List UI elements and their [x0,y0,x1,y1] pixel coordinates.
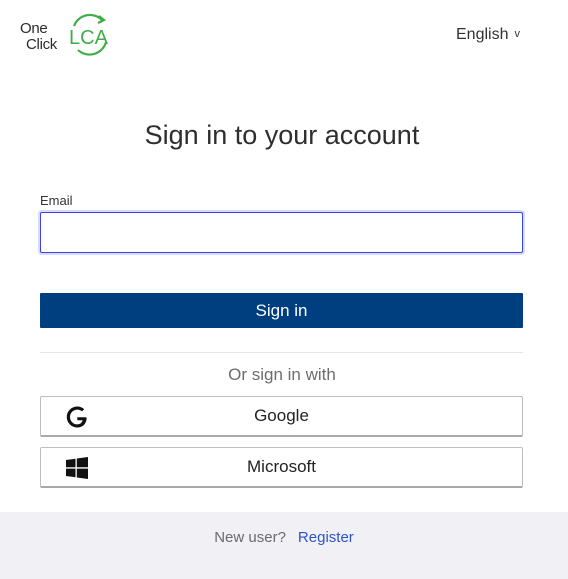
microsoft-button-label: Microsoft [247,457,316,476]
footer-register-row: New user? Register [0,529,568,546]
logo-word-click: Click [26,36,57,53]
one-click-lca-logo: One Click LCA [18,12,118,56]
logo-word-lca: LCA [69,27,109,49]
register-link[interactable]: Register [298,529,354,546]
new-user-text: New user? [214,529,286,546]
page-title: Sign in to your account [144,120,420,150]
footer: New user? Register [0,512,568,579]
email-field[interactable] [40,212,523,253]
google-sign-in-button[interactable]: Google [40,396,523,437]
chevron-down-icon: v [514,28,520,40]
logo-lca-recycle-icon: LCA [69,13,109,56]
language-selector[interactable]: English v [456,26,520,44]
google-button-label: Google [254,406,309,425]
language-selected: English [456,26,509,43]
microsoft-sign-in-button[interactable]: Microsoft [40,447,523,488]
or-sign-in-with-text: Or sign in with [228,365,336,384]
sign-in-button[interactable]: Sign in [40,293,523,328]
divider [40,352,523,353]
email-label: Email [40,193,73,208]
logo-word-one: One [20,20,48,37]
